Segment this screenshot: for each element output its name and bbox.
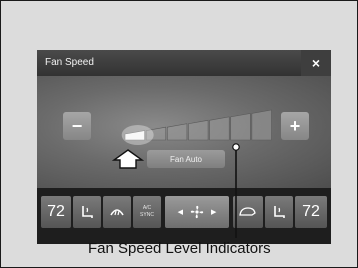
fan-speed-panel: − + Fan Auto: [37, 76, 331, 188]
screen-title: Fan Speed: [45, 57, 94, 68]
close-button[interactable]: ×: [301, 50, 331, 76]
active-level-glow: [121, 125, 154, 145]
callout-label: Fan Speed Level Indicators: [88, 240, 271, 257]
fan-decrease-button[interactable]: −: [63, 112, 91, 140]
defrost-button[interactable]: [103, 196, 131, 228]
passenger-temp-button[interactable]: 72: [295, 196, 327, 228]
sync-label: SYNC: [140, 212, 154, 218]
driver-temp-button[interactable]: 72: [41, 196, 71, 228]
fan-auto-button[interactable]: Fan Auto: [147, 150, 225, 168]
screen-header: Fan Speed ×: [37, 50, 331, 76]
seat-heater-icon: [274, 206, 285, 218]
fan-icon: [190, 205, 204, 219]
ac-label: A/C: [142, 205, 152, 211]
fan-level-segment[interactable]: [230, 113, 251, 141]
fan-level-segment[interactable]: [188, 119, 209, 141]
fan-level-segment[interactable]: [251, 109, 272, 141]
climate-control-bar: 72 A/C SYNC ◀ ▶ 72: [37, 188, 331, 244]
fan-increase-button[interactable]: +: [281, 112, 309, 140]
recirculation-button[interactable]: [233, 196, 263, 228]
fan-speed-selector[interactable]: ◀ ▶: [165, 196, 229, 228]
passenger-seat-heater-button[interactable]: [265, 196, 293, 228]
fan-left-arrow-icon: ◀: [177, 209, 183, 216]
illustration-frame: Fan Speed × − + Fan Auto 72 A/C SYNC ◀ ▶…: [0, 0, 358, 268]
driver-seat-heater-button[interactable]: [73, 196, 101, 228]
recirculation-icon: [239, 207, 256, 216]
fan-level-segment[interactable]: [166, 123, 188, 141]
ac-sync-button[interactable]: A/C SYNC: [133, 196, 161, 228]
fan-level-segment[interactable]: [209, 116, 230, 141]
seat-heater-icon: [82, 206, 93, 218]
defrost-icon: [110, 209, 124, 216]
climate-screen: Fan Speed × − + Fan Auto 72 A/C SYNC ◀ ▶…: [37, 50, 331, 244]
fan-right-arrow-icon: ▶: [211, 209, 217, 216]
